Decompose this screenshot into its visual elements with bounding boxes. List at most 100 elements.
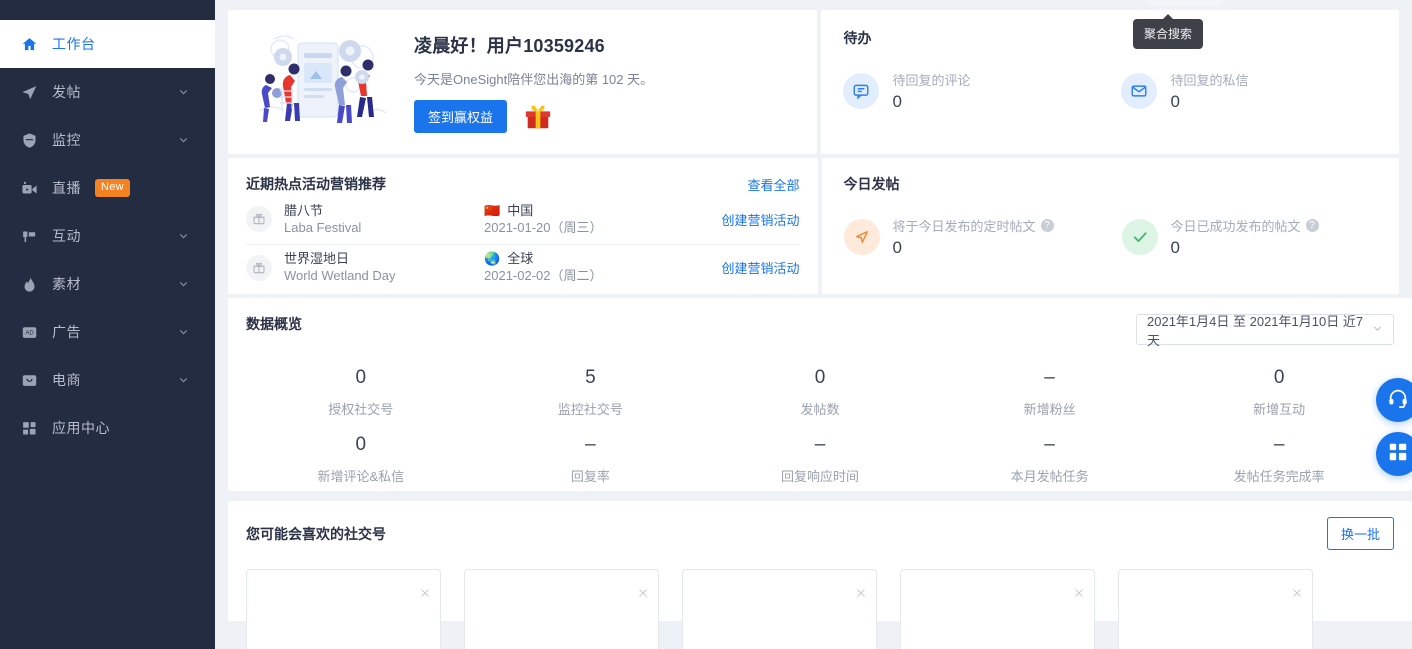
top-ghost-element [1148, 0, 1222, 6]
sidebar-item-post[interactable]: 发帖 [0, 68, 215, 116]
table-row: 世界湿地日 World Wetland Day 🌏 全球 2021-02-02（… [246, 244, 800, 290]
sidebar-item-label: 广告 [52, 324, 81, 340]
stat-cell: 0 授权社交号 [246, 357, 476, 424]
fire-icon [18, 273, 40, 295]
todo-item-comments[interactable]: 待回复的评论 0 [843, 70, 1121, 112]
close-icon[interactable] [419, 586, 431, 598]
shield-icon [18, 129, 40, 151]
stat-label: 发帖数 [800, 402, 840, 417]
stat-value: – [814, 434, 826, 455]
megaphone-icon [18, 225, 40, 247]
stat-value: 5 [585, 367, 596, 388]
help-icon[interactable]: ? [1040, 219, 1054, 232]
activity-region-row: 🌏 全球 [484, 251, 714, 267]
todo-items: 待回复的评论 0 待回复的私信 0 [843, 70, 1399, 112]
today-post-published[interactable]: 今日已成功发布的帖文 ? 0 [1121, 216, 1319, 258]
todo-item-value: 0 [1170, 92, 1180, 111]
todo-item-label: 待回复的评论 [892, 73, 971, 88]
stat-value: 0 [814, 367, 826, 388]
top-strip [215, 0, 1412, 10]
gift-icon[interactable] [523, 101, 553, 131]
overview-stats: 0 授权社交号 5 监控社交号 0 发帖数 – 新增粉丝 0 新增互动 0 新增… [246, 357, 1394, 491]
create-campaign-link[interactable]: 创建营销活动 [721, 258, 799, 277]
list-item[interactable] [900, 569, 1095, 649]
sidebar-item-label: 互动 [52, 228, 81, 244]
welcome-action-row: 签到赢权益 [414, 99, 653, 133]
sidebar-item-app-center[interactable]: 应用中心 [0, 404, 215, 452]
chevron-down-icon [178, 135, 189, 146]
stat-value: 0 [355, 367, 367, 388]
sidebar-item-material[interactable]: 素材 [0, 260, 215, 308]
todo-item-messages[interactable]: 待回复的私信 0 [1121, 70, 1248, 112]
stat-label: 新增互动 [1253, 402, 1306, 417]
activity-recommendation-card: 近期热点活动营销推荐 查看全部 腊八节 Laba Festival 🇨🇳 中国 … [228, 158, 818, 294]
stat-label: 监控社交号 [557, 402, 623, 417]
sidebar-item-label: 直播 [52, 180, 81, 196]
shop-icon [18, 369, 40, 391]
chevron-down-icon [1372, 322, 1383, 337]
sidebar-top-spacer [0, 0, 215, 20]
stat-cell: 0 新增评论&私信 [246, 424, 476, 491]
dashboard-row-1: 凌晨好！用户10359246 今天是OneSight陪伴您出海的第 102 天。… [228, 10, 1399, 154]
gift-outline-icon [246, 206, 272, 232]
activity-name-block: 腊八节 Laba Festival [284, 203, 484, 236]
stat-label: 本月发帖任务 [1010, 469, 1089, 484]
stat-cell: – 回复响应时间 [705, 424, 935, 491]
help-icon[interactable]: ? [1305, 219, 1319, 232]
stat-cell: 0 新增互动 [1164, 357, 1394, 424]
aggregate-search-tooltip: 聚合搜索 [1133, 14, 1204, 49]
close-icon[interactable] [855, 586, 867, 598]
signin-reward-button[interactable]: 签到赢权益 [414, 99, 508, 133]
list-item[interactable] [682, 569, 877, 649]
stat-value: 0 [355, 434, 367, 455]
stat-label: 新增评论&私信 [317, 469, 405, 484]
customer-service-fab[interactable] [1376, 378, 1412, 422]
activity-name-cn: 腊八节 [284, 202, 324, 218]
activity-title: 近期热点活动营销推荐 [246, 176, 386, 192]
create-campaign-link[interactable]: 创建营销活动 [721, 210, 799, 229]
today-post-scheduled[interactable]: 将于今日发布的定时帖文 ? 0 [843, 216, 1122, 258]
table-row: 腊八节 Laba Festival 🇨🇳 中国 2021-01-20（周三） 创… [246, 196, 800, 242]
welcome-card: 凌晨好！用户10359246 今天是OneSight陪伴您出海的第 102 天。… [228, 10, 818, 154]
apps-grid-icon [1387, 441, 1409, 468]
sidebar-item-interaction[interactable]: 互动 [0, 212, 215, 260]
today-post-label: 将于今日发布的定时帖文 ? [893, 216, 1054, 235]
activity-name-block: 世界湿地日 World Wetland Day [284, 251, 484, 284]
sidebar-item-monitor[interactable]: 监控 [0, 116, 215, 164]
apps-fab[interactable] [1376, 432, 1412, 476]
chevron-down-icon [178, 327, 189, 338]
suggestion-card-list [246, 569, 1394, 649]
dashboard-row-2: 近期热点活动营销推荐 查看全部 腊八节 Laba Festival 🇨🇳 中国 … [228, 158, 1399, 294]
list-item[interactable] [464, 569, 659, 649]
close-icon[interactable] [1291, 586, 1303, 598]
activity-date: 2021-02-02（周二） [484, 268, 603, 283]
welcome-illustration [250, 27, 390, 137]
date-range-value: 2021年1月4日 至 2021年1月10日 近7天 [1147, 313, 1364, 348]
sidebar-item-live[interactable]: 直播 New [0, 164, 215, 212]
sidebar-item-ads[interactable]: AD 广告 [0, 308, 215, 356]
activity-name-en: World Wetland Day [284, 268, 396, 283]
close-icon[interactable] [1073, 586, 1085, 598]
today-post-text: 将于今日发布的定时帖文 ? 0 [893, 216, 1054, 258]
label-text: 将于今日发布的定时帖文 [892, 219, 1036, 234]
stat-label: 回复响应时间 [780, 469, 859, 484]
today-post-title: 今日发帖 [843, 176, 900, 192]
chevron-down-icon [178, 87, 189, 98]
close-icon[interactable] [637, 586, 649, 598]
stat-label: 新增粉丝 [1023, 402, 1076, 417]
gift-outline-icon [246, 254, 272, 281]
view-all-link[interactable]: 查看全部 [747, 175, 799, 194]
todo-card: 待办 待回复的评论 0 待回复的私信 0 [821, 10, 1399, 154]
sidebar-item-workbench[interactable]: 工作台 [0, 20, 215, 68]
todo-item-label: 待回复的私信 [1170, 73, 1249, 88]
check-icon [1121, 219, 1158, 255]
stat-value: – [1273, 434, 1285, 455]
sidebar-item-label: 工作台 [52, 36, 96, 52]
chevron-down-icon [178, 279, 189, 290]
list-item[interactable] [1118, 569, 1313, 649]
sidebar-item-ecommerce[interactable]: 电商 [0, 356, 215, 404]
content-area: 凌晨好！用户10359246 今天是OneSight陪伴您出海的第 102 天。… [215, 10, 1412, 649]
list-item[interactable] [246, 569, 441, 649]
date-range-select[interactable]: 2021年1月4日 至 2021年1月10日 近7天 [1136, 314, 1394, 348]
refresh-suggestions-button[interactable]: 换一批 [1326, 517, 1394, 550]
